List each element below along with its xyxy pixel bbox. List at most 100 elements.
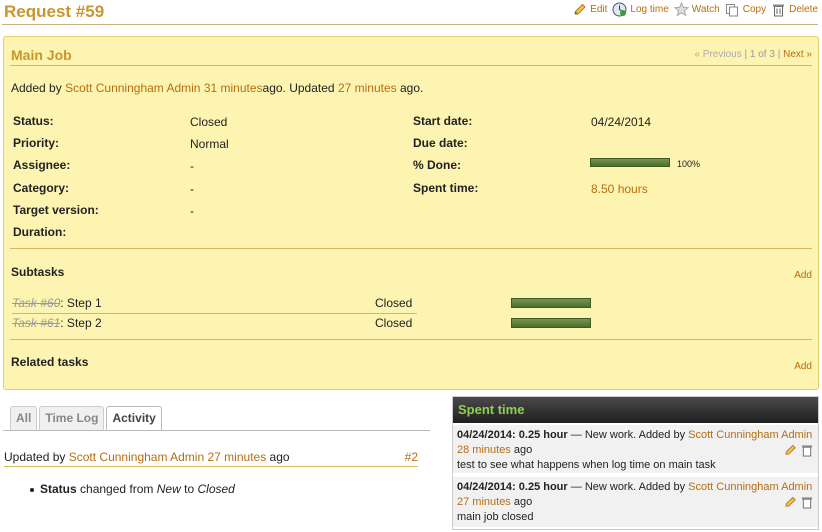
- journal-id-link[interactable]: #2: [405, 450, 418, 464]
- journal-ago-text: ago: [269, 450, 290, 464]
- pencil-icon: [572, 2, 587, 17]
- tab-all[interactable]: All: [10, 406, 38, 430]
- new-value: Closed: [197, 482, 235, 496]
- added-by-text: Added by: [11, 81, 62, 95]
- category-value: -: [190, 182, 194, 196]
- time-entry-dash: —: [570, 429, 582, 441]
- subtask-row: Task #61: Step 2 Closed: [12, 316, 612, 332]
- done-progress-bar: [590, 158, 670, 167]
- subtask-link[interactable]: Task #61: [12, 316, 60, 330]
- log-time-button[interactable]: Log time: [612, 2, 669, 17]
- added-time-link[interactable]: 31 minutes: [204, 81, 263, 95]
- time-entry-actions: [780, 443, 814, 457]
- time-entry-date-hours: 04/24/2014: 0.25 hour: [457, 481, 568, 493]
- time-entry-comment: test to see what happens when log time o…: [457, 459, 716, 471]
- tab-time-log[interactable]: Time Log: [39, 406, 105, 430]
- issue-subject: Main Job: [11, 47, 72, 63]
- spent-time-panel: Spent time 04/24/2014: 0.25 hour — New w…: [452, 396, 819, 530]
- updated-time-link[interactable]: 27 minutes: [338, 81, 397, 95]
- priority-label: Priority:: [13, 136, 60, 150]
- time-entry-time-link[interactable]: 28 minutes: [457, 444, 511, 456]
- subtask-name: : Step 2: [60, 316, 102, 330]
- subtask-divider: [12, 313, 417, 314]
- updated-by-text: Updated by: [4, 450, 66, 464]
- history-tabs: All Time Log Activity: [10, 406, 164, 431]
- pager-separator: |: [744, 49, 748, 60]
- trash-icon: [771, 2, 786, 17]
- next-link[interactable]: Next »: [783, 49, 812, 60]
- updated-text: ago. Updated: [262, 81, 335, 95]
- title-divider: [2, 24, 818, 25]
- issue-details-box: Main Job « Previous | 1 of 3 | Next » Ad…: [3, 36, 819, 390]
- done-label: % Done:: [413, 158, 461, 172]
- watch-button[interactable]: Watch: [673, 2, 720, 17]
- journal-time-link[interactable]: 27 minutes: [208, 450, 267, 464]
- assignee-value: -: [190, 159, 194, 173]
- done-percent: 100%: [677, 159, 701, 169]
- issue-actions: Edit Log time Watch Copy Delete: [567, 2, 818, 17]
- changed-text: changed from: [80, 482, 154, 496]
- issue-author-line: Added by Scott Cunningham Admin 31 minut…: [11, 81, 423, 95]
- status-value: Closed: [190, 115, 228, 129]
- bullet-icon: [30, 487, 34, 492]
- time-entry-ago: ago: [513, 496, 533, 508]
- watch-label: Watch: [691, 4, 720, 15]
- time-entry-activity: New work. Added by: [584, 429, 686, 441]
- copy-button[interactable]: Copy: [725, 2, 766, 17]
- author-link[interactable]: Scott Cunningham Admin: [65, 81, 200, 95]
- to-text: to: [184, 482, 195, 496]
- changed-field: Status: [40, 482, 77, 496]
- time-entry-ago: ago: [513, 444, 533, 456]
- spent-time-label: Spent time:: [413, 181, 479, 195]
- subject-divider: [10, 65, 812, 66]
- time-entry-date-hours: 04/24/2014: 0.25 hour: [457, 429, 568, 441]
- add-subtask-link[interactable]: Add: [794, 270, 812, 281]
- time-entry-dash: —: [570, 481, 582, 493]
- journal-author-link[interactable]: Scott Cunningham Admin: [69, 450, 204, 464]
- trash-icon[interactable]: [800, 443, 814, 457]
- copy-label: Copy: [742, 4, 767, 15]
- issue-pager: « Previous | 1 of 3 | Next »: [694, 49, 812, 60]
- subtask-progress-bar: [511, 318, 591, 328]
- edit-button[interactable]: Edit: [572, 2, 607, 17]
- subtask-name: : Step 1: [60, 296, 102, 310]
- time-entry-user-link[interactable]: Scott Cunningham Admin: [688, 481, 812, 493]
- clock-icon: [612, 2, 627, 17]
- section-divider: [10, 339, 812, 340]
- section-divider: [10, 248, 812, 249]
- start-date-label: Start date:: [413, 114, 473, 128]
- spent-time-link[interactable]: 8.50 hours: [591, 182, 648, 196]
- log-time-label: Log time: [630, 4, 669, 15]
- target-version-label: Target version:: [13, 203, 99, 217]
- duration-label: Duration:: [13, 225, 67, 239]
- ago-text: ago.: [399, 81, 424, 95]
- subtask-status: Closed: [375, 316, 413, 330]
- pencil-icon[interactable]: [783, 443, 797, 457]
- delete-label: Delete: [789, 4, 818, 15]
- due-date-label: Due date:: [413, 136, 468, 150]
- tabs-divider: [3, 430, 430, 431]
- priority-value: Normal: [190, 137, 229, 151]
- delete-button[interactable]: Delete: [771, 2, 818, 17]
- time-entry-user-link[interactable]: Scott Cunningham Admin: [688, 429, 812, 441]
- journal-divider: [4, 466, 418, 467]
- pager-separator: |: [777, 49, 781, 60]
- assignee-label: Assignee:: [13, 158, 71, 172]
- edit-label: Edit: [590, 4, 608, 15]
- subtask-progress-bar: [511, 298, 591, 308]
- category-label: Category:: [13, 181, 70, 195]
- time-entry-time-link[interactable]: 27 minutes: [457, 496, 511, 508]
- copy-icon: [725, 2, 740, 17]
- trash-icon[interactable]: [800, 495, 814, 509]
- subtask-link[interactable]: Task #60: [12, 296, 60, 310]
- time-entry-comment: main job closed: [457, 511, 534, 523]
- tab-activity[interactable]: Activity: [106, 406, 162, 431]
- subtasks-title: Subtasks: [11, 265, 65, 279]
- target-version-value: -: [190, 204, 194, 218]
- pager-position: 1 of 3: [749, 49, 775, 60]
- pencil-icon[interactable]: [783, 495, 797, 509]
- previous-link[interactable]: « Previous: [694, 49, 741, 60]
- add-related-link[interactable]: Add: [794, 361, 812, 372]
- journal-detail: Status changed from New to Closed: [30, 482, 235, 496]
- time-entry: 04/24/2014: 0.25 hour — New work. Added …: [453, 425, 818, 473]
